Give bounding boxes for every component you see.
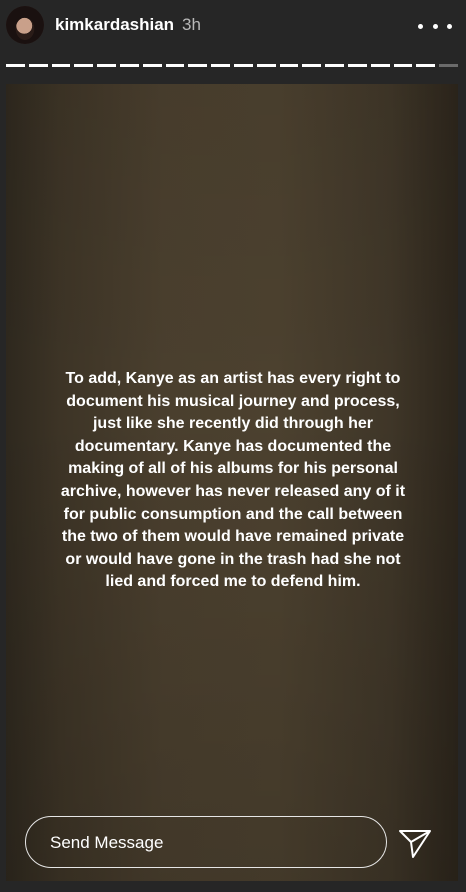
progress-segment — [6, 64, 25, 67]
story-progress-bar — [6, 64, 458, 67]
progress-segment — [28, 64, 48, 67]
progress-segment — [302, 64, 322, 67]
progress-segment — [347, 64, 367, 67]
story-text-line: document his musical journey and process… — [66, 392, 400, 410]
progress-segment — [119, 64, 139, 67]
progress-segment — [393, 64, 413, 67]
story-viewer: kimkardashian 3h To add, Kanye as an art… — [0, 0, 466, 892]
progress-segment — [142, 64, 162, 67]
story-text-line: or would have gone in the trash had she … — [65, 550, 401, 568]
story-header: kimkardashian 3h — [0, 0, 466, 56]
progress-segment — [416, 64, 436, 67]
story-text-line: making of all of his albums for his pers… — [68, 460, 398, 478]
story-text-line: archive, however has never released any … — [60, 482, 406, 500]
story-text-line: To add, Kanye as an artist has every rig… — [65, 370, 401, 387]
story-caption: To add, Kanye as an artist has every rig… — [22, 368, 444, 594]
progress-segment — [256, 64, 276, 67]
progress-segment — [439, 64, 458, 67]
story-text-line: documentary. Kanye has documented the — [74, 437, 392, 455]
progress-segment — [165, 64, 185, 67]
avatar[interactable] — [6, 6, 44, 44]
progress-segment — [188, 64, 208, 67]
progress-segment — [370, 64, 390, 67]
send-message-placeholder: Send Message — [50, 833, 164, 852]
progress-segment — [279, 64, 299, 67]
progress-segment — [211, 64, 230, 67]
story-text-line: just like she recently did through her — [92, 415, 374, 433]
story-text-line: for public consumption and the call betw… — [63, 505, 403, 523]
username[interactable]: kimkardashian — [55, 15, 174, 35]
dot-icon — [418, 23, 423, 29]
avatar-image — [6, 6, 44, 44]
story-text-line: lied and forced me to defend him. — [105, 573, 361, 591]
story-text-line: the two of them would have remained priv… — [61, 528, 405, 546]
progress-segment — [51, 64, 71, 67]
post-timestamp: 3h — [182, 15, 201, 34]
send-message-input[interactable]: Send Message — [25, 816, 387, 868]
dot-icon — [432, 23, 438, 29]
progress-segment — [325, 64, 344, 67]
progress-segment — [97, 64, 116, 67]
progress-segment — [233, 64, 253, 67]
dot-icon — [447, 23, 452, 29]
progress-segment — [74, 64, 94, 67]
send-icon[interactable] — [398, 826, 432, 860]
more-options-icon[interactable] — [418, 14, 452, 38]
